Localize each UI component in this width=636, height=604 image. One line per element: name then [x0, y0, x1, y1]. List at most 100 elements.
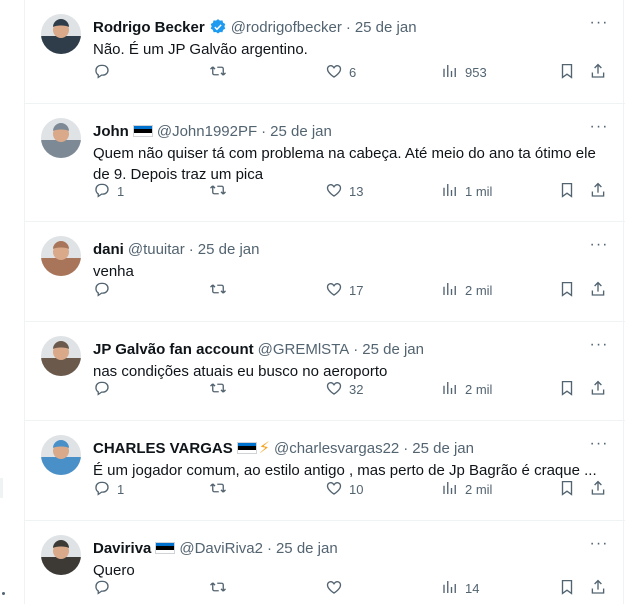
reply-button[interactable]: 1	[93, 181, 124, 201]
tweet-date[interactable]: 25 de jan	[412, 440, 474, 457]
tweet-date[interactable]: 25 de jan	[355, 19, 417, 36]
author-handle[interactable]: @charlesvargas22	[274, 440, 399, 457]
tweet-card[interactable]: Daviriva @DaviRiva2 · 25 de jan ··· Quero 14	[25, 521, 625, 604]
likes-count: 32	[349, 381, 364, 397]
views-icon	[441, 62, 459, 83]
share-icon	[589, 181, 607, 202]
more-icon[interactable]: ···	[589, 436, 609, 457]
bookmark-button[interactable]	[558, 479, 576, 499]
views-count: 2 mil	[465, 481, 493, 497]
separator-dot: ·	[353, 340, 359, 358]
like-button[interactable]: 13	[325, 181, 363, 201]
like-button[interactable]: 17	[325, 280, 363, 300]
share-button[interactable]	[589, 578, 607, 598]
tweet-date[interactable]: 25 de jan	[198, 241, 260, 258]
views-button[interactable]: 2 mil	[441, 479, 492, 499]
bookmark-icon	[558, 479, 576, 500]
reply-timeline: Rodrigo Becker @rodrigofbecker · 25 de jan ·…	[24, 0, 625, 604]
more-icon[interactable]: ···	[589, 337, 609, 358]
views-button[interactable]: 2 mil	[441, 280, 492, 300]
avatar[interactable]	[41, 118, 81, 158]
tweet-card[interactable]: CHARLES VARGAS ⚡ @charlesvargas22 · 25 de ja…	[25, 421, 625, 521]
share-button[interactable]	[589, 379, 607, 399]
views-button[interactable]: 953	[441, 62, 487, 82]
tweet-actions: 14	[93, 578, 623, 598]
retweet-button[interactable]	[209, 479, 233, 499]
share-button[interactable]	[589, 62, 607, 82]
separator-dot: ·	[188, 240, 194, 258]
more-icon[interactable]: ···	[589, 237, 609, 258]
author-handle[interactable]: @tuuitar	[128, 241, 185, 258]
avatar[interactable]	[41, 435, 81, 475]
likes-count: 6	[349, 64, 357, 80]
left-edge-dot	[2, 592, 5, 595]
heart-icon	[325, 181, 343, 202]
tweet-card[interactable]: Rodrigo Becker @rodrigofbecker · 25 de jan ·…	[25, 0, 625, 104]
views-button[interactable]: 14	[441, 578, 479, 598]
like-button[interactable]: 6	[325, 62, 356, 82]
author-name[interactable]: JP Galvão fan account	[93, 341, 254, 358]
tweet-card[interactable]: dani @tuuitar · 25 de jan ··· venha 17 2 mil	[25, 222, 625, 322]
reply-button[interactable]	[93, 280, 117, 300]
author-name[interactable]: Rodrigo Becker	[93, 19, 205, 36]
retweet-button[interactable]	[209, 181, 233, 201]
share-icon	[589, 578, 607, 599]
heart-icon	[325, 379, 343, 400]
separator-dot: ·	[345, 18, 351, 36]
bookmark-icon	[558, 280, 576, 301]
author-handle[interactable]: @DaviRiva2	[179, 540, 263, 557]
reply-button[interactable]	[93, 62, 117, 82]
bookmark-button[interactable]	[558, 181, 576, 201]
share-icon	[589, 280, 607, 301]
more-icon[interactable]: ···	[589, 536, 609, 557]
tweet-header: CHARLES VARGAS ⚡ @charlesvargas22 · 25 de ja…	[93, 438, 613, 458]
views-count: 14	[465, 580, 480, 596]
retweet-button[interactable]	[209, 62, 233, 82]
separator-dot: ·	[266, 539, 272, 557]
share-button[interactable]	[589, 181, 607, 201]
like-button[interactable]: 10	[325, 479, 363, 499]
reply-button[interactable]: 1	[93, 479, 124, 499]
author-handle[interactable]: @rodrigofbecker	[231, 19, 342, 36]
estonia-flag-icon	[132, 125, 153, 137]
tweet-date[interactable]: 25 de jan	[362, 341, 424, 358]
retweet-button[interactable]	[209, 280, 233, 300]
replies-count: 1	[117, 183, 125, 199]
like-button[interactable]	[325, 578, 349, 598]
share-button[interactable]	[589, 280, 607, 300]
likes-count: 10	[349, 481, 364, 497]
tweet-date[interactable]: 25 de jan	[276, 540, 338, 557]
views-button[interactable]: 1 mil	[441, 181, 492, 201]
retweet-button[interactable]	[209, 379, 233, 399]
avatar[interactable]	[41, 535, 81, 575]
author-name[interactable]: Daviriva	[93, 540, 151, 557]
like-button[interactable]: 32	[325, 379, 363, 399]
bookmark-button[interactable]	[558, 62, 576, 82]
tweet-date[interactable]: 25 de jan	[270, 123, 332, 140]
avatar[interactable]	[41, 336, 81, 376]
tweet-card[interactable]: JP Galvão fan account @GREMlSTA · 25 de jan…	[25, 322, 625, 421]
share-button[interactable]	[589, 479, 607, 499]
bookmark-button[interactable]	[558, 280, 576, 300]
bookmark-button[interactable]	[558, 578, 576, 598]
retweet-button[interactable]	[209, 578, 233, 598]
author-handle[interactable]: @GREMlSTA	[258, 341, 350, 358]
verified-badge-icon	[209, 18, 227, 36]
author-handle[interactable]: @John1992PF	[157, 123, 257, 140]
tweet-header: JP Galvão fan account @GREMlSTA · 25 de jan	[93, 339, 613, 359]
avatar[interactable]	[41, 236, 81, 276]
bookmark-button[interactable]	[558, 379, 576, 399]
views-icon	[441, 479, 459, 500]
views-icon	[441, 280, 459, 301]
reply-button[interactable]	[93, 578, 117, 598]
more-icon[interactable]: ···	[589, 119, 609, 140]
views-button[interactable]: 2 mil	[441, 379, 492, 399]
author-name[interactable]: dani	[93, 241, 124, 258]
avatar[interactable]	[41, 14, 81, 54]
reply-button[interactable]	[93, 379, 117, 399]
more-icon[interactable]: ···	[589, 15, 609, 36]
author-name[interactable]: CHARLES VARGAS	[93, 440, 233, 457]
author-name[interactable]: John	[93, 123, 129, 140]
tweet-card[interactable]: John @John1992PF · 25 de jan ··· Quem não qui…	[25, 104, 625, 222]
tweet-text: venha	[93, 263, 134, 280]
